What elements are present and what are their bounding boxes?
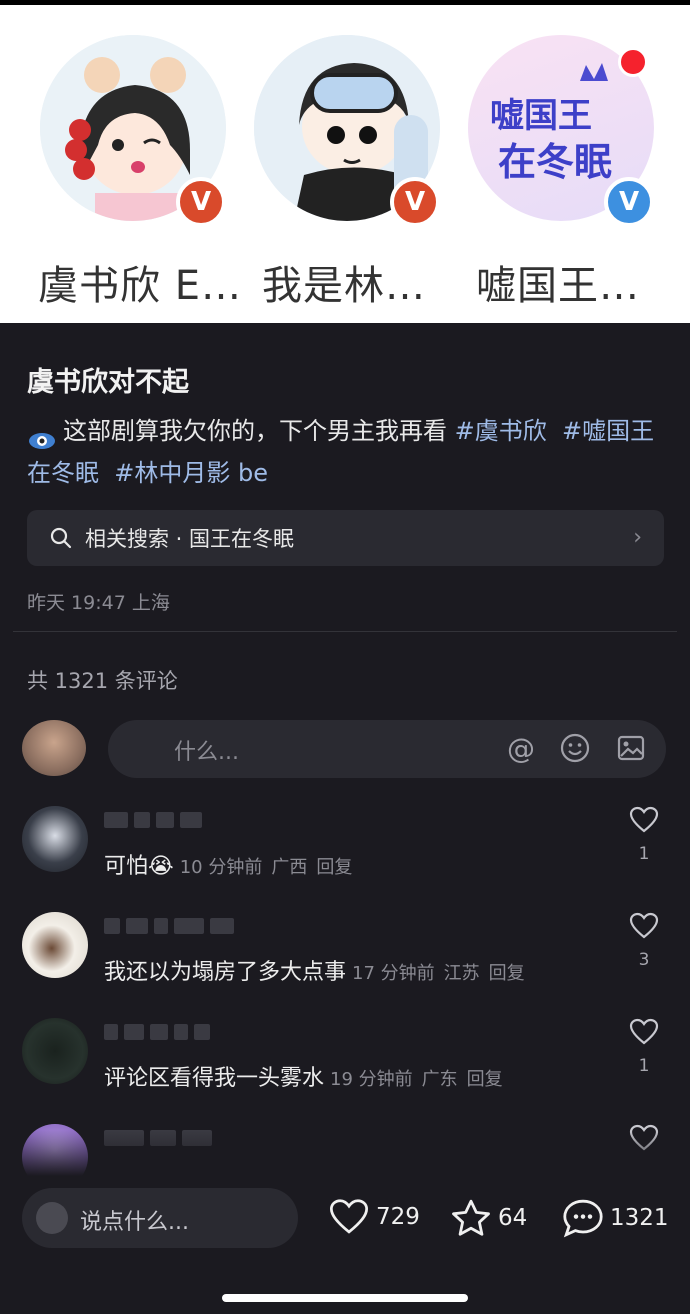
reply-link[interactable]: 回复 <box>489 963 525 984</box>
comment-input-placeholder: 什么... <box>174 740 239 765</box>
hashtag-link[interactable]: #林中月影 be <box>114 459 268 487</box>
verified-badge-icon: V <box>390 177 440 227</box>
comment-button[interactable]: 1321 <box>562 1198 669 1238</box>
comment-username-redacted[interactable] <box>104 812 284 834</box>
divider <box>13 631 677 632</box>
like-count: 1 <box>638 1056 650 1076</box>
comment-item: 可怕😭 10 分钟前 广西 回复 1 <box>22 806 668 906</box>
like-button[interactable]: 3 <box>624 912 664 970</box>
creator-strip: V 虞书欣 E… V 我是林… 嘘国王 在冬眠 V 嘘国王… <box>0 5 690 323</box>
comment-count: 1321 <box>610 1205 669 1231</box>
svg-text:嘘国王: 嘘国王 <box>490 96 592 136</box>
favorite-button[interactable]: 64 <box>450 1198 527 1238</box>
post-title: 虞书欣对不起 <box>27 367 189 398</box>
like-button[interactable]: 1 <box>624 806 664 864</box>
heart-icon <box>629 1018 659 1045</box>
comment-location: 广东 <box>421 1069 458 1090</box>
svg-text:在冬眠: 在冬眠 <box>498 140 612 184</box>
emoji-icon[interactable] <box>558 732 592 766</box>
avatar[interactable] <box>22 912 88 978</box>
notification-dot <box>618 47 648 77</box>
bottom-comment-input[interactable]: 说点什么... <box>22 1188 298 1248</box>
related-search-label: 相关搜索 · 国王在冬眠 <box>85 527 295 551</box>
like-count: 729 <box>376 1204 420 1230</box>
comment-input-row: 什么... @ <box>22 720 666 778</box>
comment-item: 我还以为塌房了多大点事 17 分钟前 江苏 回复 3 <box>22 912 668 1012</box>
post-text: 这部剧算我欠你的，下个男主我再看 <box>63 417 447 445</box>
comment-count: 共 1321 条评论 <box>27 669 178 693</box>
related-search-bar[interactable]: 相关搜索 · 国王在冬眠 › <box>27 510 664 566</box>
post-body: 这部剧算我欠你的，下个男主我再看 #虞书欣 #嘘国王在冬眠 #林中月影 be <box>27 410 667 494</box>
home-indicator[interactable] <box>222 1294 468 1302</box>
search-icon <box>50 527 72 549</box>
comment-item: 评论区看得我一头雾水 19 分钟前 广东 回复 1 <box>22 1018 668 1118</box>
post-time-location: 昨天 19:47 上海 <box>27 592 170 614</box>
like-button[interactable]: 1 <box>624 1018 664 1076</box>
avatar[interactable] <box>22 1018 88 1084</box>
heart-icon <box>329 1199 369 1234</box>
comment-bubble-icon <box>563 1199 603 1238</box>
reply-link[interactable]: 回复 <box>467 1069 503 1090</box>
mention-icon[interactable]: @ <box>504 732 538 766</box>
verified-badge-icon: V <box>604 177 654 227</box>
avatar <box>36 1202 68 1234</box>
bottom-input-placeholder: 说点什么... <box>80 1210 189 1235</box>
scroll-fade <box>0 1130 690 1176</box>
like-post-button[interactable]: 729 <box>328 1198 420 1236</box>
avatar[interactable] <box>22 806 88 872</box>
avatar <box>22 720 86 776</box>
image-icon[interactable] <box>614 732 648 766</box>
comment-location: 广西 <box>271 857 308 878</box>
creator-name[interactable]: 嘘国王… <box>476 253 640 311</box>
comment-text: 评论区看得我一头雾水 19 分钟前 广东 回复 <box>104 1066 503 1091</box>
reply-link[interactable]: 回复 <box>316 857 352 878</box>
comment-input[interactable]: 什么... @ <box>108 720 666 778</box>
favorite-count: 64 <box>498 1205 528 1231</box>
creator-name[interactable]: 虞书欣 E… <box>38 253 242 311</box>
comment-time: 10 分钟前 <box>179 857 263 878</box>
comment-username-redacted[interactable] <box>104 1024 284 1046</box>
verified-badge-icon: V <box>176 177 226 227</box>
like-count: 1 <box>638 844 650 864</box>
comment-username-redacted[interactable] <box>104 918 284 940</box>
heart-icon <box>629 912 659 939</box>
hashtag-link[interactable]: #虞书欣 <box>455 417 547 445</box>
comment-time: 19 分钟前 <box>330 1069 413 1090</box>
fish-eye-emoji-icon <box>27 422 57 449</box>
creator-name[interactable]: 我是林… <box>262 253 426 311</box>
heart-icon <box>629 806 659 833</box>
comment-text: 可怕😭 10 分钟前 广西 回复 <box>104 854 353 879</box>
like-count: 3 <box>638 950 650 970</box>
chevron-right-icon: › <box>633 525 642 550</box>
comment-location: 江苏 <box>443 963 480 984</box>
comment-time: 17 分钟前 <box>352 963 435 984</box>
comment-text: 我还以为塌房了多大点事 17 分钟前 江苏 回复 <box>104 960 525 985</box>
star-icon <box>452 1199 490 1236</box>
